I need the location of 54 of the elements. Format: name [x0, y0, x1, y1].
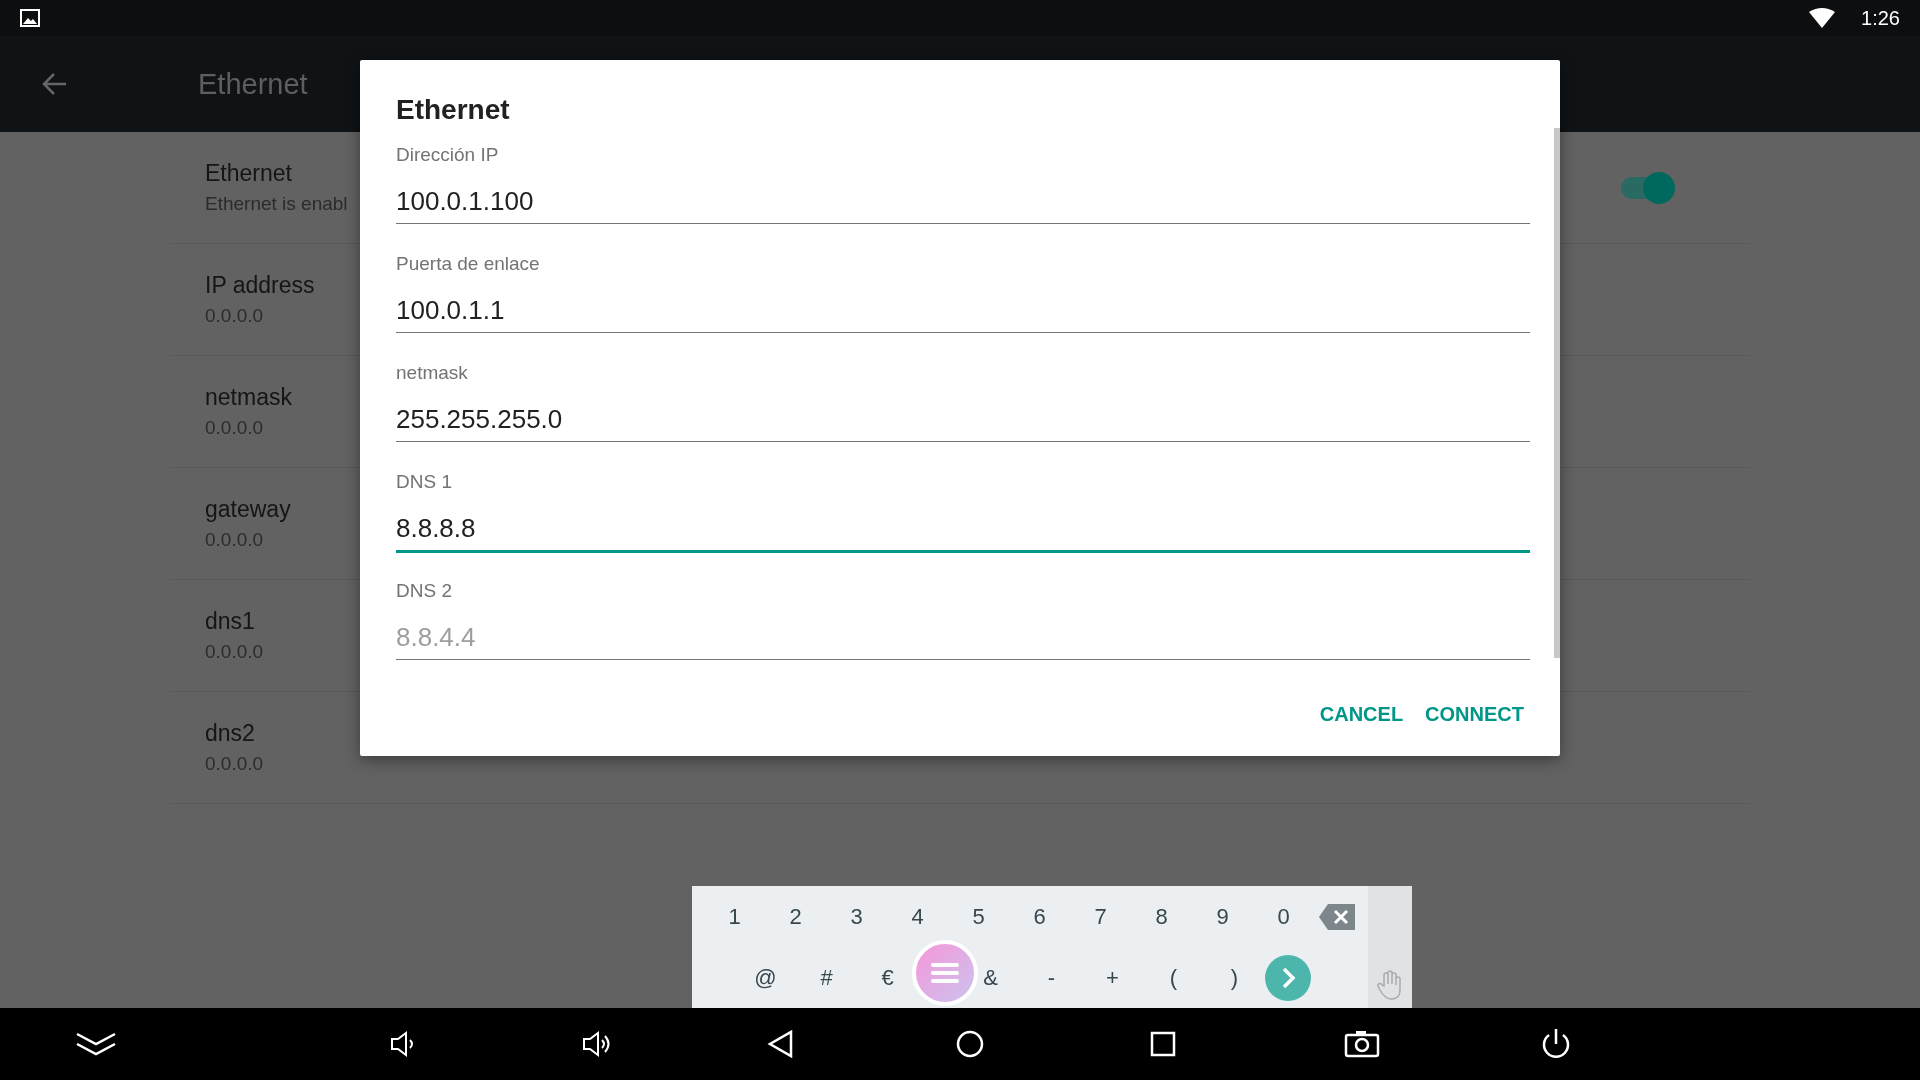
backspace-icon[interactable] [1318, 902, 1356, 931]
setting-title: gateway [205, 496, 291, 523]
keyboard-key[interactable]: # [796, 964, 857, 991]
keyboard-key[interactable]: 3 [826, 903, 887, 930]
input-field[interactable]: 8.8.4.4 [396, 622, 1530, 660]
input-field[interactable]: 100.0.1.100 [396, 186, 1530, 224]
keyboard-key[interactable]: - [1021, 964, 1082, 991]
page-title: Ethernet [198, 67, 308, 101]
setting-title: IP address [205, 272, 315, 299]
field-label: DNS 2 [396, 580, 453, 602]
keyboard-key[interactable]: + [1082, 964, 1143, 991]
keyboard-key[interactable]: 6 [1009, 903, 1070, 930]
clock: 1:26 [1861, 6, 1900, 30]
keyboard-key[interactable]: & [960, 964, 1021, 991]
keyboard-key[interactable]: € [857, 964, 918, 991]
keyboard-key[interactable]: 2 [765, 903, 826, 930]
dialog-button[interactable]: CONNECT [1419, 695, 1530, 734]
setting-summary: Ethernet is enabl [205, 193, 348, 215]
setting-summary: 0.0.0.0 [205, 305, 264, 327]
keyboard-key[interactable]: 0 [1253, 903, 1314, 930]
wifi-icon [1809, 8, 1836, 28]
setting-summary: 0.0.0.0 [205, 753, 264, 775]
keyboard-key[interactable]: 1 [704, 903, 765, 930]
keyboard-key[interactable]: 7 [1070, 903, 1131, 930]
dialog-title: Ethernet [396, 94, 511, 126]
image-icon [20, 9, 40, 27]
recents-icon[interactable] [1150, 1031, 1176, 1057]
dialog-button[interactable]: CANCEL [1313, 695, 1410, 734]
input-field[interactable]: 8.8.8.8 [396, 513, 1530, 553]
keyboard-key[interactable]: ( [1143, 964, 1204, 991]
keyboard-key[interactable]: 9 [1192, 903, 1253, 930]
home-icon[interactable] [955, 1029, 985, 1059]
keyboard-key[interactable]: 4 [887, 903, 948, 930]
field-label: netmask [396, 362, 469, 384]
field-label: DNS 1 [396, 471, 453, 493]
camera-icon[interactable] [1344, 1030, 1380, 1058]
field-label: Puerta de enlace [396, 253, 541, 275]
input-field[interactable]: 100.0.1.1 [396, 295, 1530, 333]
setting-title: Ethernet [205, 160, 292, 187]
setting-summary: 0.0.0.0 [205, 529, 264, 551]
keyboard-key[interactable]: 8 [1131, 903, 1192, 930]
chevron-down-icon[interactable] [75, 1030, 117, 1058]
setting-summary: 0.0.0.0 [205, 417, 264, 439]
setting-summary: 0.0.0.0 [205, 641, 264, 663]
keyboard-key[interactable]: 5 [948, 903, 1009, 930]
field-label: Dirección IP [396, 144, 500, 166]
input-field[interactable]: 255.255.255.0 [396, 404, 1530, 442]
setting-title: netmask [205, 384, 292, 411]
setting-title: dns2 [205, 720, 255, 747]
keyboard-key[interactable]: ) [1204, 964, 1265, 991]
back-icon[interactable] [767, 1029, 795, 1059]
keyboard-key[interactable]: @ [735, 964, 796, 991]
back-arrow-icon[interactable] [42, 72, 68, 96]
setting-title: dns1 [205, 608, 255, 635]
